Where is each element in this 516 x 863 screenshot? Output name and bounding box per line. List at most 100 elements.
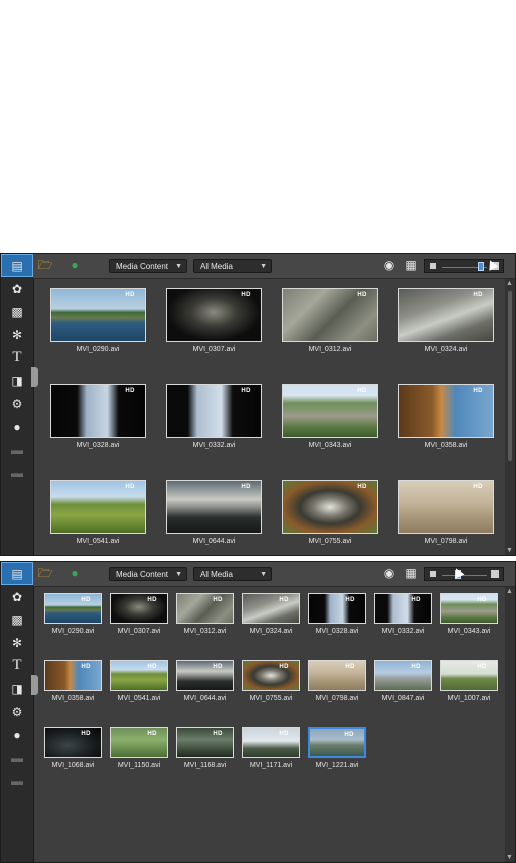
media-thumbnail[interactable]: HD: [166, 384, 262, 438]
view-mode-icon[interactable]: ▦: [403, 258, 419, 273]
subtitle-icon[interactable]: ▬: [1, 461, 33, 484]
title-icon[interactable]: T: [1, 346, 33, 369]
transition-icon[interactable]: ◨: [1, 369, 33, 392]
media-thumbnail[interactable]: HD: [176, 660, 234, 691]
scroll-down-arrow[interactable]: ▼: [506, 547, 513, 554]
media-thumbnail[interactable]: HD: [398, 384, 494, 438]
media-item[interactable]: HD MVI_1221.avi: [308, 727, 366, 772]
media-item[interactable]: HD MVI_0290.avi: [50, 288, 146, 356]
media-item[interactable]: HD MVI_0644.avi: [176, 660, 234, 705]
media-item[interactable]: HD MVI_0541.avi: [110, 660, 168, 705]
capture-icon[interactable]: ◉: [381, 566, 397, 581]
media-item[interactable]: HD MVI_0332.avi: [166, 384, 262, 452]
media-item[interactable]: HD MVI_0644.avi: [166, 480, 262, 548]
media-thumbnail[interactable]: HD: [166, 288, 262, 342]
view-mode-icon[interactable]: ▦: [403, 566, 419, 581]
media-thumbnail[interactable]: HD: [440, 660, 498, 691]
pip-icon[interactable]: ▩: [1, 608, 33, 631]
media-thumbnail[interactable]: HD: [50, 288, 146, 342]
fx-icon[interactable]: ✿: [1, 585, 33, 608]
media-item[interactable]: HD MVI_0541.avi: [50, 480, 146, 548]
media-item[interactable]: HD MVI_1171.avi: [242, 727, 300, 772]
media-thumbnail[interactable]: HD: [242, 660, 300, 691]
download-media-icon[interactable]: ●: [67, 566, 83, 581]
media-thumbnail[interactable]: HD: [44, 727, 102, 758]
import-folder-icon[interactable]: 🗁: [37, 258, 53, 273]
media-thumbnail[interactable]: HD: [308, 660, 366, 691]
scroll-up-arrow[interactable]: ▲: [506, 280, 513, 287]
particle-icon[interactable]: ✻: [1, 323, 33, 346]
media-item[interactable]: HD MVI_0307.avi: [166, 288, 262, 356]
media-thumbnail[interactable]: HD: [110, 660, 168, 691]
media-item[interactable]: HD MVI_0798.avi: [308, 660, 366, 705]
media-thumbnail[interactable]: HD: [44, 660, 102, 691]
media-thumbnail[interactable]: HD: [50, 384, 146, 438]
media-item[interactable]: HD MVI_0324.avi: [242, 593, 300, 638]
title-icon[interactable]: T: [1, 654, 33, 677]
scroll-up-arrow[interactable]: ▲: [506, 588, 513, 595]
media-thumbnail[interactable]: HD: [398, 288, 494, 342]
media-item[interactable]: HD MVI_0798.avi: [398, 480, 494, 548]
import-folder-icon[interactable]: 🗁: [37, 566, 53, 581]
media-item[interactable]: HD MVI_1168.avi: [176, 727, 234, 772]
media-thumbnail[interactable]: HD: [282, 288, 378, 342]
media-item[interactable]: HD MVI_0328.avi: [50, 384, 146, 452]
media-thumbnail[interactable]: HD: [50, 480, 146, 534]
media-item[interactable]: HD MVI_1007.avi: [440, 660, 498, 705]
media-thumbnail[interactable]: HD: [242, 727, 300, 758]
media-content-dropdown[interactable]: Media Content ▼: [109, 259, 187, 273]
pip-icon[interactable]: ▩: [1, 300, 33, 323]
media-item[interactable]: HD MVI_0312.avi: [282, 288, 378, 356]
media-thumbnail[interactable]: HD: [166, 480, 262, 534]
media-content-dropdown[interactable]: Media Content ▼: [109, 567, 187, 581]
slider-thumb[interactable]: [477, 262, 484, 271]
media-item[interactable]: HD MVI_0328.avi: [308, 593, 366, 638]
voice-over-icon[interactable]: ●: [1, 723, 33, 746]
media-thumbnail[interactable]: HD: [44, 593, 102, 624]
media-item[interactable]: HD MVI_0755.avi: [242, 660, 300, 705]
particle-icon[interactable]: ✻: [1, 631, 33, 654]
media-item[interactable]: HD MVI_0290.avi: [44, 593, 102, 638]
fx-icon[interactable]: ✿: [1, 277, 33, 300]
media-filter-dropdown[interactable]: All Media ▼: [193, 259, 272, 273]
media-thumbnail[interactable]: HD: [176, 593, 234, 624]
subtitle-icon[interactable]: ▬: [1, 769, 33, 792]
media-thumbnail[interactable]: HD: [282, 384, 378, 438]
media-thumbnail[interactable]: HD: [308, 593, 366, 624]
library-scrollbar[interactable]: ▲ ▼: [505, 587, 515, 862]
media-thumbnail[interactable]: HD: [308, 727, 366, 758]
transition-icon[interactable]: ◨: [1, 677, 33, 700]
media-thumbnail[interactable]: HD: [440, 593, 498, 624]
capture-icon[interactable]: ◉: [381, 258, 397, 273]
audio-mixing-icon[interactable]: ⚙: [1, 392, 33, 415]
media-thumbnail[interactable]: HD: [282, 480, 378, 534]
media-item[interactable]: HD MVI_0312.avi: [176, 593, 234, 638]
media-item[interactable]: HD MVI_0755.avi: [282, 480, 378, 548]
media-thumbnail[interactable]: HD: [110, 593, 168, 624]
media-item[interactable]: HD MVI_0307.avi: [110, 593, 168, 638]
media-thumbnail[interactable]: HD: [242, 593, 300, 624]
voice-over-icon[interactable]: ●: [1, 415, 33, 438]
media-room-icon[interactable]: ▤: [1, 562, 33, 585]
download-media-icon[interactable]: ●: [67, 258, 83, 273]
media-thumbnail[interactable]: HD: [374, 660, 432, 691]
chapter-icon[interactable]: ▬: [1, 438, 33, 461]
media-item[interactable]: HD MVI_0324.avi: [398, 288, 494, 356]
media-item[interactable]: HD MVI_0332.avi: [374, 593, 432, 638]
media-item[interactable]: HD MVI_0358.avi: [44, 660, 102, 705]
media-item[interactable]: HD MVI_0358.avi: [398, 384, 494, 452]
media-item[interactable]: HD MVI_1068.avi: [44, 727, 102, 772]
media-item[interactable]: HD MVI_1150.avi: [110, 727, 168, 772]
media-item[interactable]: HD MVI_0343.avi: [440, 593, 498, 638]
chapter-icon[interactable]: ▬: [1, 746, 33, 769]
audio-mixing-icon[interactable]: ⚙: [1, 700, 33, 723]
media-thumbnail[interactable]: HD: [374, 593, 432, 624]
media-thumbnail[interactable]: HD: [110, 727, 168, 758]
media-item[interactable]: HD MVI_0847.avi: [374, 660, 432, 705]
media-room-icon[interactable]: ▤: [1, 254, 33, 277]
media-item[interactable]: HD MVI_0343.avi: [282, 384, 378, 452]
media-thumbnail[interactable]: HD: [176, 727, 234, 758]
library-scrollbar[interactable]: ▲ ▼: [505, 279, 515, 555]
media-filter-dropdown[interactable]: All Media ▼: [193, 567, 272, 581]
scroll-thumb[interactable]: [508, 291, 512, 461]
